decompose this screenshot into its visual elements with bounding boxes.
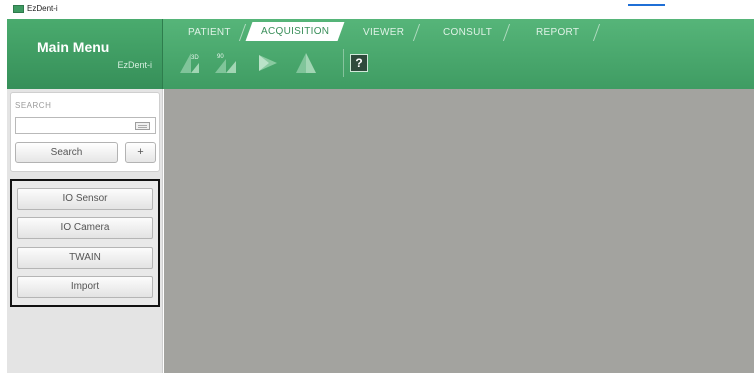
search-button[interactable]: Search <box>15 142 118 163</box>
main-menu-subtitle: EzDent-i <box>117 60 152 70</box>
app-icon <box>13 5 24 13</box>
image-workspace[interactable] <box>164 89 754 373</box>
acquisition-source-panel: IO Sensor IO Camera TWAIN Import <box>10 179 160 307</box>
twain-button[interactable]: TWAIN <box>17 247 153 269</box>
sidebar: SEARCH Search + IO Sensor IO Camera TWAI… <box>7 89 163 373</box>
title-accent-bar <box>628 4 665 6</box>
tab-consult[interactable]: CONSULT <box>425 24 511 41</box>
tab-acquisition[interactable]: ACQUISITION <box>245 22 345 41</box>
svg-text:90: 90 <box>217 54 224 60</box>
help-button[interactable]: ? <box>350 54 368 72</box>
acquisition-90-icon[interactable]: 90 <box>212 49 238 75</box>
keyboard-icon[interactable] <box>135 122 150 130</box>
tab-report[interactable]: REPORT <box>515 24 601 41</box>
toolbar-separator <box>343 49 344 77</box>
io-sensor-button[interactable]: IO Sensor <box>17 188 153 210</box>
acquisition-flat-icon[interactable] <box>293 49 319 75</box>
app-header: Main Menu EzDent-i PATIENT ACQUISITION V… <box>7 19 754 89</box>
main-menu-button[interactable]: Main Menu EzDent-i <box>7 19 163 89</box>
acquisition-toolbar: 3D 90 ? <box>167 43 754 83</box>
import-button[interactable]: Import <box>17 276 153 298</box>
search-options-button[interactable]: + <box>125 142 156 163</box>
tab-viewer[interactable]: VIEWER <box>347 24 421 41</box>
acquisition-3d-icon[interactable]: 3D <box>177 49 203 75</box>
io-camera-button[interactable]: IO Camera <box>17 217 153 239</box>
module-tabs: PATIENT ACQUISITION VIEWER CONSULT REPOR… <box>167 19 754 41</box>
main-menu-title: Main Menu <box>37 39 110 55</box>
svg-text:3D: 3D <box>191 55 199 61</box>
acquisition-angle-icon[interactable] <box>255 49 281 75</box>
window-title: EzDent-i <box>27 4 58 13</box>
window-title-bar: EzDent-i <box>0 0 754 19</box>
tab-patient[interactable]: PATIENT <box>173 24 247 41</box>
search-panel: SEARCH Search + <box>10 92 160 172</box>
search-label: SEARCH <box>15 101 52 110</box>
